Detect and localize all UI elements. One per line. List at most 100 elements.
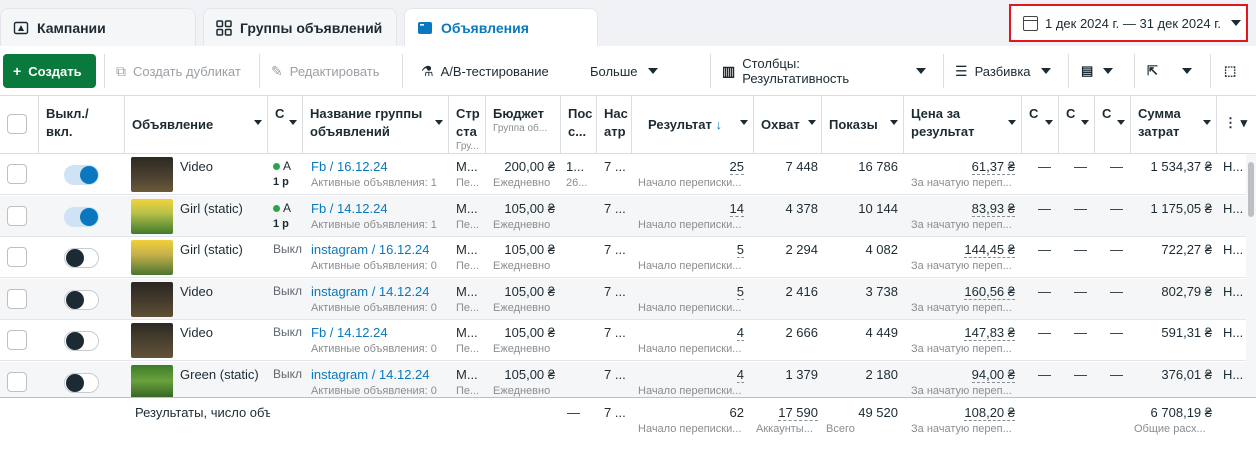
header-toggle[interactable]: Выкл./ вкл. (39, 96, 125, 154)
tab-campaigns[interactable]: Кампании (0, 8, 196, 46)
totals-last: — (567, 405, 580, 420)
header-label: Охват (761, 117, 800, 132)
row-toggle[interactable] (64, 331, 99, 351)
toggle-knob (80, 207, 98, 226)
header-col-3[interactable]: С (1095, 96, 1131, 154)
charts-button[interactable]: ⬚ (1214, 54, 1248, 88)
header-impressions[interactable]: Показы (822, 96, 904, 154)
row-toggle[interactable] (64, 206, 99, 227)
date-range-picker[interactable]: 1 дек 2024 г. — 31 дек 2024 г. (1009, 4, 1248, 42)
adset-link[interactable]: Fb / 14.12.24 (311, 325, 388, 340)
adset-sub: Активные объявления: 0 (311, 301, 437, 314)
header-budget[interactable]: Бюджет Группа об... (486, 96, 561, 154)
scrollbar-thumb[interactable] (1248, 162, 1254, 217)
cost-value: 147,83 ₴ (964, 325, 1015, 341)
tab-ads[interactable]: Объявления (404, 8, 598, 46)
copy-icon: ⧉ (116, 62, 126, 79)
row-toggle[interactable] (64, 165, 99, 185)
chevron-down-icon (1203, 120, 1211, 125)
spend-value: 1 534,37 ₴ (1150, 159, 1212, 174)
header-label: С (1102, 106, 1112, 121)
col-3-value: — (1110, 159, 1123, 174)
table-row[interactable]: Video Выкл instagram / 14.12.24 Активные … (0, 278, 1246, 320)
cost-sub: За начатую переп... (911, 343, 1012, 355)
budget-value: 105,00 ₴ (504, 325, 555, 340)
strategy-value: М... (456, 283, 478, 299)
header-attribution[interactable]: Нас атр (597, 96, 632, 154)
result-cell: 25 Начало переписки... (638, 159, 744, 189)
row-toggle[interactable] (64, 372, 99, 393)
header-adset-name[interactable]: Название группы объявлений (303, 96, 449, 154)
row-checkbox[interactable] (7, 247, 27, 267)
totals-label: Результаты, число объ (135, 405, 270, 420)
ad-name[interactable]: Green (static) (180, 367, 266, 382)
ad-thumbnail (131, 323, 173, 358)
adset-link[interactable]: instagram / 14.12.24 (311, 367, 430, 382)
col-2-value: — (1074, 325, 1087, 340)
chevron-down-icon (808, 120, 816, 125)
header-label: Выкл./ вкл. (46, 106, 89, 139)
ad-name[interactable]: Video (180, 325, 266, 340)
breakdown-button[interactable]: ☰ Разбивка (945, 54, 1061, 88)
result-sub: Начало переписки... (638, 260, 742, 272)
strategy-cell: М... Пе... (456, 284, 484, 314)
ad-name[interactable]: Video (180, 159, 266, 174)
more-button[interactable]: Больше (580, 54, 660, 88)
header-more[interactable]: ⋮ ▾ (1217, 96, 1256, 154)
create-button[interactable]: + Создать (3, 54, 96, 88)
status-text: Выкл (273, 242, 303, 256)
divider (1134, 54, 1135, 88)
chart-icon: ⬚ (1224, 63, 1237, 78)
table-row[interactable]: Video Выкл Fb / 14.12.24 Активные объявле… (0, 320, 1246, 361)
table-row[interactable]: Girl (static) А 1 р Fb / 14.12.24 Активные… (0, 195, 1246, 237)
adset-link[interactable]: instagram / 14.12.24 (311, 284, 430, 299)
header-last[interactable]: Пос с... (561, 96, 597, 154)
reports-button[interactable]: ▤ (1071, 54, 1129, 88)
row-toggle[interactable] (64, 248, 99, 268)
row-toggle[interactable] (64, 289, 99, 310)
adset-link[interactable]: Fb / 14.12.24 (311, 201, 388, 216)
row-checkbox[interactable] (7, 164, 27, 184)
duplicate-button[interactable]: ⧉ Создать дубликат (106, 54, 254, 88)
row-checkbox[interactable] (7, 330, 27, 350)
ad-name[interactable]: Video (180, 284, 266, 299)
impressions-value: 4 449 (865, 325, 898, 340)
table-row[interactable]: Girl (static) Выкл instagram / 16.12.24 А… (0, 237, 1246, 278)
columns-button[interactable]: ▥ Столбцы: Результативность (712, 54, 936, 88)
header-col-1[interactable]: С (1022, 96, 1059, 154)
result-value: 25 (729, 159, 744, 175)
row-checkbox[interactable] (7, 288, 27, 309)
more-value: Н... (1223, 200, 1244, 216)
chevron-down-icon (1103, 68, 1114, 74)
adset-link[interactable]: instagram / 16.12.24 (311, 242, 430, 257)
vertical-scrollbar[interactable] (1246, 154, 1256, 397)
budget-cell: 105,00 ₴ Ежедневно (493, 201, 555, 231)
strategy-cell: М... Пе... (456, 325, 484, 355)
header-result[interactable]: Результат ↓ (632, 96, 754, 154)
col-3-value: — (1110, 283, 1123, 299)
edit-button[interactable]: ✎ Редактировать (261, 54, 395, 88)
ad-name[interactable]: Girl (static) (180, 201, 266, 216)
header-ad[interactable]: Объявление (125, 96, 268, 154)
select-all-checkbox[interactable] (7, 114, 27, 134)
adset-sub: Активные объявления: 0 (311, 343, 437, 355)
header-spend[interactable]: Сумма затрат (1131, 96, 1217, 154)
header-strategy[interactable]: Стр ста Гру... (449, 96, 486, 154)
tab-adsets[interactable]: Группы объявлений (203, 8, 397, 46)
export-button[interactable]: ⇱ (1137, 54, 1169, 88)
header-sub: Гру... (456, 141, 479, 152)
spend-value: 802,79 ₴ (1161, 283, 1212, 299)
export-dropdown[interactable] (1172, 54, 1204, 88)
ab-test-button[interactable]: ⚗ A/B-тестирование (411, 54, 569, 88)
last-cell (566, 284, 594, 287)
header-cost[interactable]: Цена за результат (904, 96, 1022, 154)
row-checkbox[interactable] (7, 371, 27, 392)
header-col-2[interactable]: С (1059, 96, 1095, 154)
header-c[interactable]: С (268, 96, 303, 154)
impressions-value: 2 180 (865, 366, 898, 382)
row-checkbox[interactable] (7, 205, 27, 226)
ad-name[interactable]: Girl (static) (180, 242, 266, 257)
adset-link[interactable]: Fb / 16.12.24 (311, 159, 388, 174)
table-row[interactable]: Video А 1 р Fb / 16.12.24 Активные объявле… (0, 154, 1246, 195)
header-reach[interactable]: Охват (754, 96, 822, 154)
